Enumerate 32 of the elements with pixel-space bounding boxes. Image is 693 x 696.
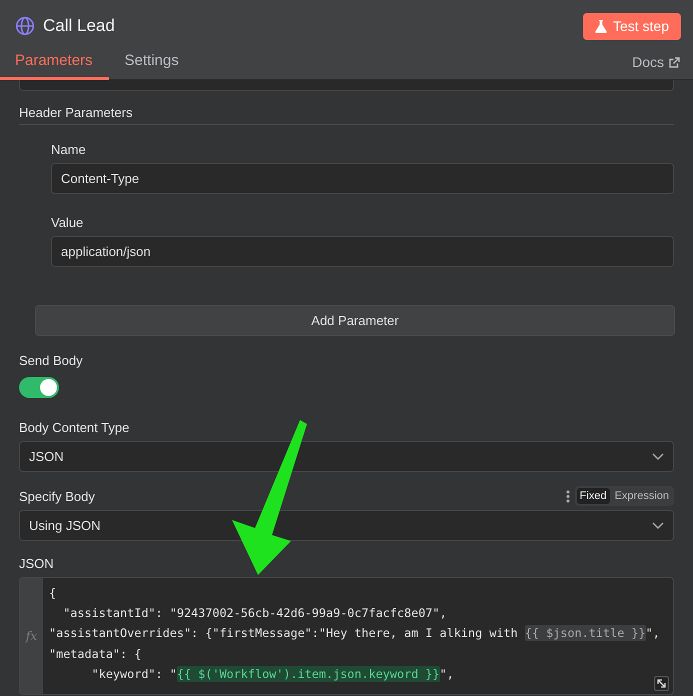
select-field[interactable]: JSON (19, 441, 674, 472)
code-line: "metadata": { (49, 646, 142, 663)
field-label: Send Body (19, 353, 84, 368)
docs-link[interactable]: Docs (632, 54, 693, 80)
input-field[interactable] (19, 80, 674, 91)
tab[interactable]: Settings (108, 52, 195, 80)
code-line: { (49, 585, 58, 602)
node-title: Call Lead (43, 16, 115, 36)
field-label: Body Content Type (19, 420, 130, 435)
globe-icon (15, 16, 35, 36)
code-line: "assistantOverrides": {"firstMessage":"Hey there, am I alking with {{ $json.title }}", (49, 624, 660, 644)
select-field[interactable]: Using JSON (19, 510, 674, 541)
field-label: Value (51, 215, 84, 230)
field-label: JSON (19, 556, 55, 571)
expand-icon[interactable] (654, 676, 669, 691)
input-field[interactable]: application/json (51, 236, 674, 267)
flask-icon (594, 20, 607, 32)
code-line: "assistantId": "92437002-56cb-42d6-99a9-0c7facfc8e07", (62, 605, 448, 622)
expression-gutter-label: fx (26, 628, 38, 642)
more-options-icon[interactable] (566, 490, 570, 502)
toggle-switch[interactable] (19, 377, 59, 398)
section-title: Header Parameters (19, 105, 674, 125)
code-editor[interactable] (19, 577, 674, 695)
mode-toggle-option[interactable]: Fixed (576, 488, 610, 504)
chevron-down-icon (652, 453, 664, 460)
mode-toggle-option[interactable]: Expression (612, 488, 672, 504)
chevron-down-icon (652, 522, 664, 529)
add-parameter-button[interactable]: Add Parameter (35, 305, 675, 336)
external-link-icon (669, 56, 680, 68)
input-field[interactable]: Content-Type (51, 163, 674, 194)
field-label: Name (51, 142, 87, 157)
field-label: Specify Body (19, 488, 95, 504)
